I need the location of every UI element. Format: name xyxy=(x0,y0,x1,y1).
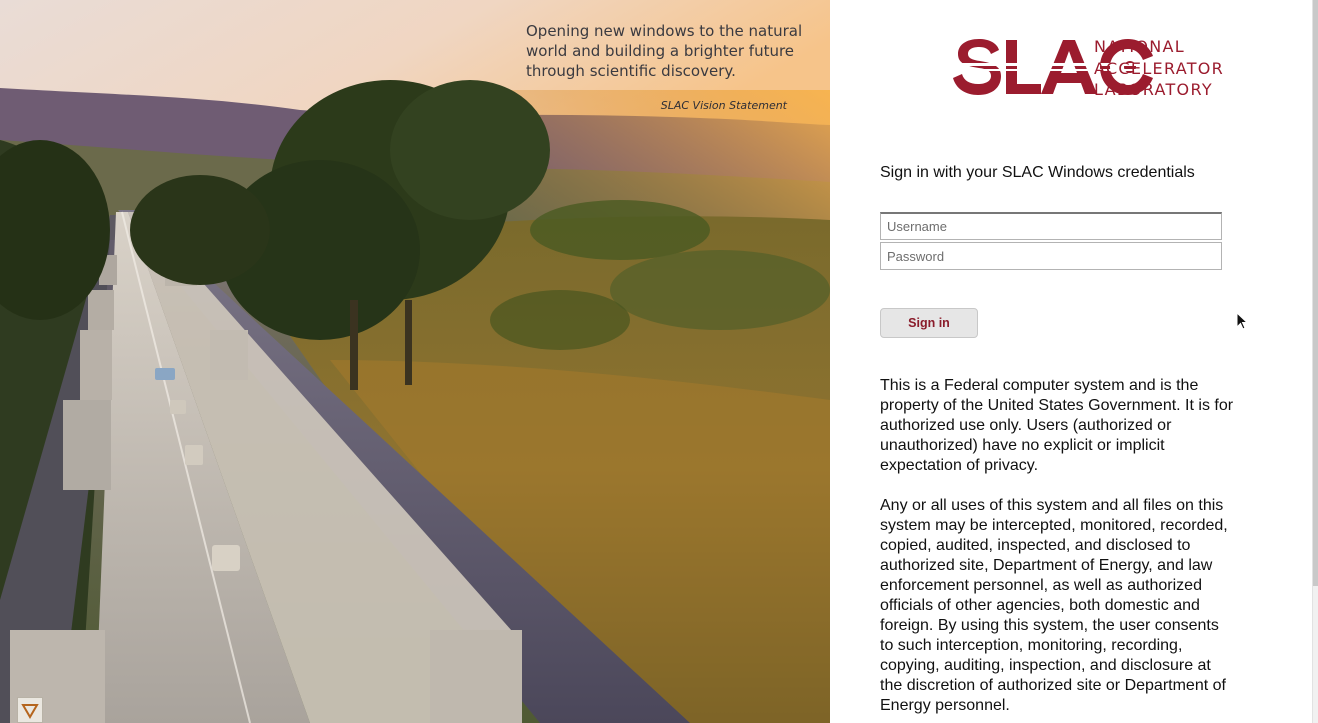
logo-subtitle-line1: NATIONAL xyxy=(1094,37,1185,56)
legal-notice-paragraph-1: This is a Federal computer system and is… xyxy=(880,377,1234,474)
legal-notice-paragraph-2: Any or all uses of this system and all f… xyxy=(880,497,1228,714)
signin-heading: Sign in with your SLAC Windows credentia… xyxy=(880,164,1195,181)
logo-subtitle-line3: LABORATORY xyxy=(1094,80,1213,99)
password-input[interactable] xyxy=(880,242,1222,270)
vision-quote: Opening new windows to the natural world… xyxy=(526,22,803,80)
warning-triangle-icon xyxy=(17,697,43,723)
logo-subtitle: NATIONAL ACCELERATOR LABORATORY xyxy=(1094,36,1224,101)
logo-subtitle-line2: ACCELERATOR xyxy=(1094,58,1225,78)
mouse-pointer-icon xyxy=(1236,312,1249,330)
vision-credit: SLAC Vision Statement xyxy=(660,99,787,112)
username-input[interactable] xyxy=(880,212,1222,240)
hero-photo: Opening new windows to the natural world… xyxy=(0,0,830,723)
signin-button[interactable]: Sign in xyxy=(880,308,978,338)
page-scrollbar-thumb[interactable] xyxy=(1313,0,1318,586)
